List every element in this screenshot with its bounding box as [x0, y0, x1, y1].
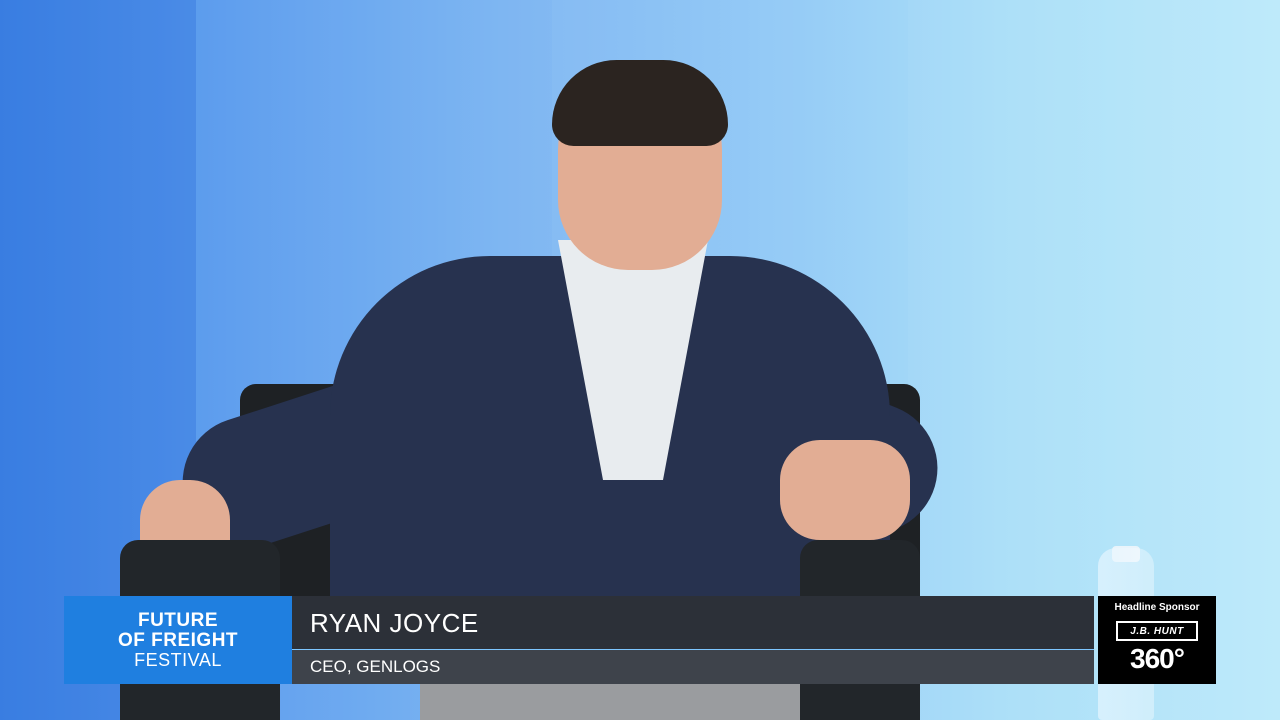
speaker-title: CEO, GENLOGS: [310, 657, 441, 676]
event-logo-line3: FESTIVAL: [134, 650, 222, 670]
sponsor-product: 360°: [1130, 643, 1185, 674]
event-logo: FUTURE OF FREIGHT FESTIVAL: [64, 596, 292, 684]
video-frame: FUTURE OF FREIGHT FESTIVAL RYAN JOYCE CE…: [0, 0, 1280, 720]
sponsor-label: Headline Sponsor: [1114, 602, 1200, 613]
speaker-name-bar: RYAN JOYCE: [292, 596, 1094, 650]
speaker-name: RYAN JOYCE: [310, 607, 479, 638]
sponsor-logo: J.B. HUNT: [1116, 621, 1198, 641]
speaker-title-bar: CEO, GENLOGS: [292, 650, 1094, 684]
speaker-right-hand: [780, 440, 910, 540]
speaker-hair: [552, 60, 728, 146]
event-logo-line1: FUTURE: [137, 610, 219, 631]
sponsor-badge: Headline Sponsor J.B. HUNT 360°: [1098, 596, 1216, 684]
event-logo-line2: OF FREIGHT: [117, 630, 239, 651]
